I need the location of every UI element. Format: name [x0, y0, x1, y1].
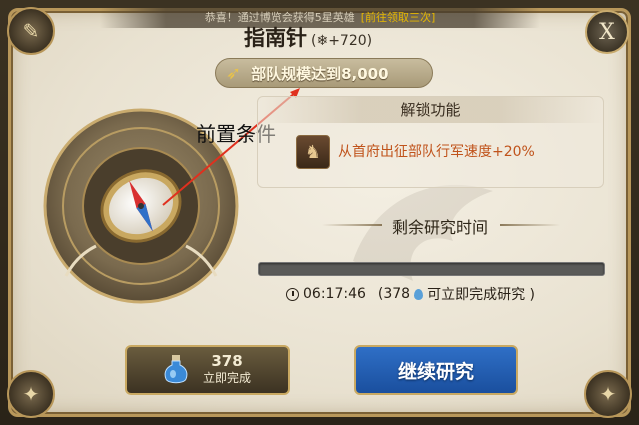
- cost-suffix: 可立即完成研究 ): [427, 287, 535, 303]
- potion-icon: [164, 355, 188, 384]
- research-progress-bar: [258, 262, 605, 276]
- instant-amount: 378: [211, 352, 243, 370]
- unlock-heading: 解锁功能: [258, 97, 603, 123]
- instant-text: 378 立即完成: [203, 353, 251, 387]
- instant-label: 立即完成: [203, 371, 252, 385]
- instant-complete-button[interactable]: 378 立即完成: [125, 345, 290, 395]
- water-drop-icon: [414, 288, 424, 300]
- game-window: ✎ ✦ ✦ 恭喜！通过博览会获得5星英雄 [前往领取三次] X 指南针 (❄+720…: [0, 0, 639, 425]
- remaining-time: 06:17:46: [303, 286, 366, 302]
- horse-icon: ♞: [296, 135, 330, 169]
- continue-research-button[interactable]: 继续研究: [354, 345, 518, 395]
- time-row: 06:17:46 (378 可立即完成研究 ): [286, 284, 535, 304]
- unlock-section: 解锁功能 ♞ 从首府出征部队行军速度+20%: [257, 96, 604, 188]
- clock-icon: [286, 287, 299, 301]
- divider: [500, 224, 560, 226]
- unlock-effect: 从首府出征部队行军速度+20%: [338, 144, 535, 160]
- annotation-arrow: [162, 88, 300, 206]
- cost-prefix: (378: [377, 286, 411, 302]
- remaining-time-label: 剩余研究时间: [391, 218, 488, 237]
- continue-label: 继续研究: [397, 360, 474, 383]
